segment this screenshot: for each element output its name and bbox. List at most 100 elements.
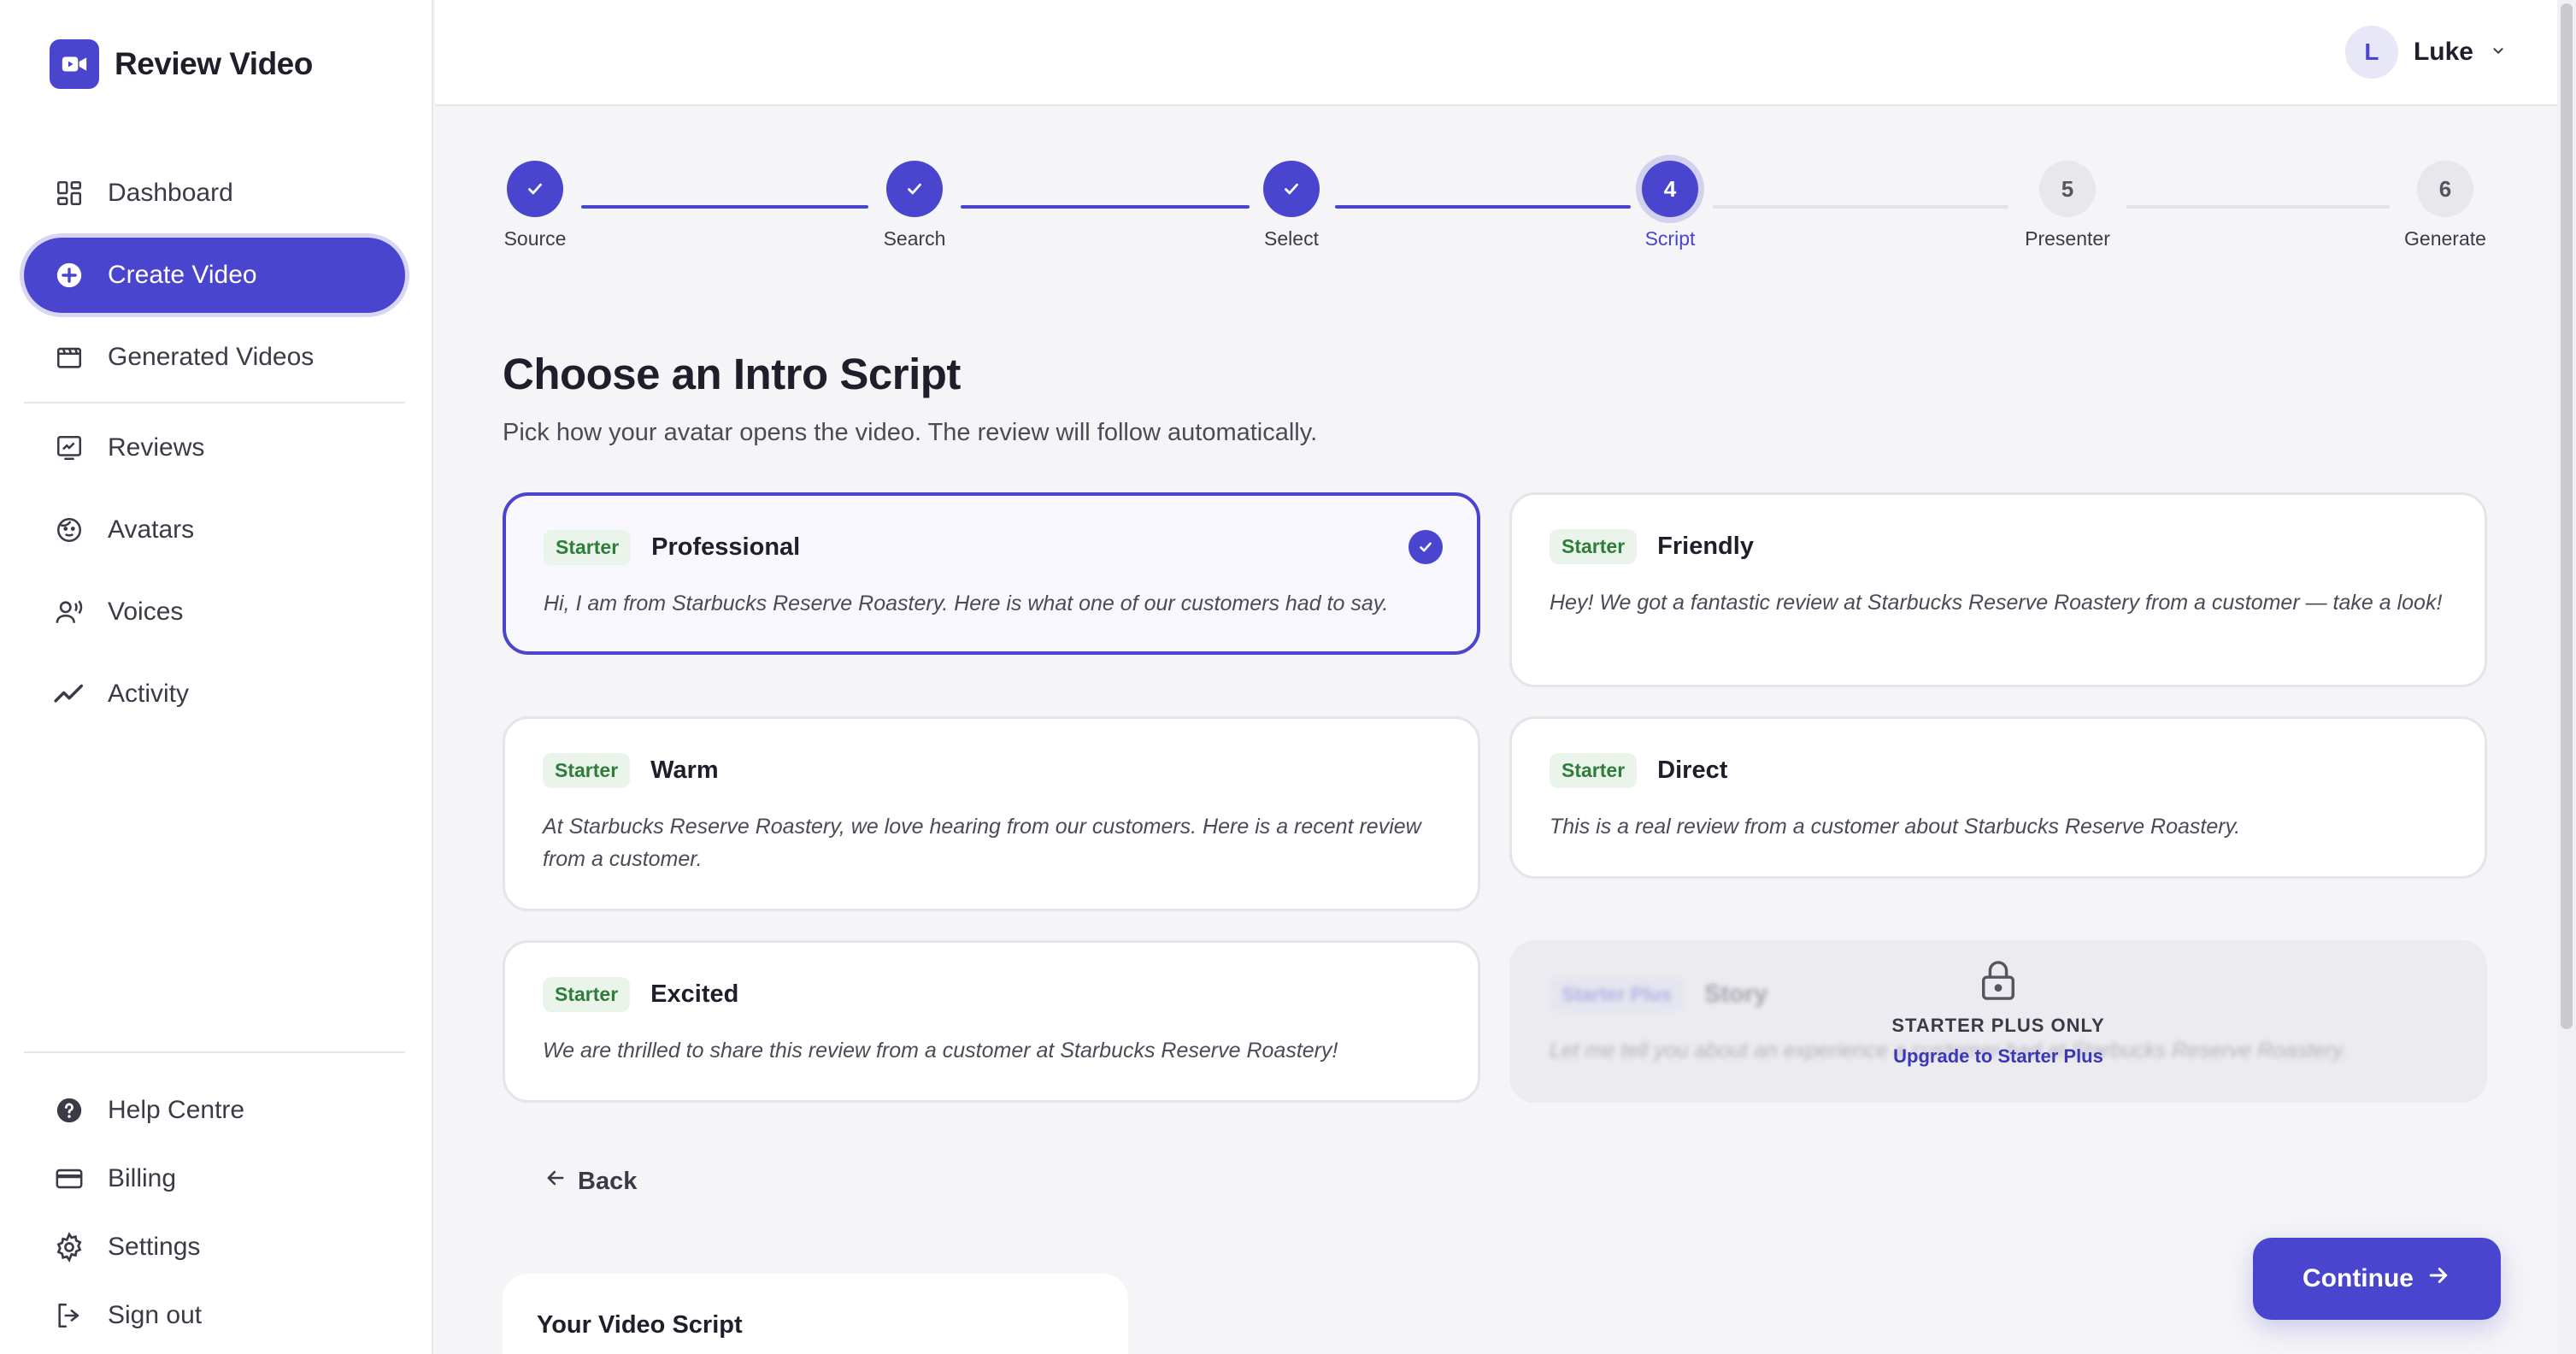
sidebar-item-generated-videos[interactable]: Generated Videos [24,320,405,395]
page-subtitle: Pick how your avatar opens the video. Th… [503,419,1318,446]
script-text: Hey! We got a fantastic review at Starbu… [1550,591,2443,615]
script-title: Professional [651,533,801,561]
app-name: Review Video [115,46,313,81]
continue-button[interactable]: Continue [2253,1238,2501,1320]
sidebar-item-label: Activity [108,680,190,708]
sidebar-item-sign-out[interactable]: Sign out [24,1279,405,1352]
step-source[interactable]: Source [467,161,603,250]
script-text: We are thrilled to share this review fro… [543,1039,1338,1063]
script-text: This is a real review from a customer ab… [1550,815,2241,839]
sidebar-item-reviews[interactable]: Reviews [24,410,405,486]
chevron-down-icon [2489,41,2508,64]
video-script-title: Your Video Script [537,1311,743,1339]
upgrade-link[interactable]: Upgrade to Starter Plus [1512,1045,2485,1068]
back-label: Back [578,1167,638,1195]
sidebar-item-help-centre[interactable]: Help Centre [24,1074,405,1147]
check-icon [1263,161,1320,217]
video-script-panel: Your Video Script [503,1274,1128,1354]
dashboard-icon [53,177,85,209]
plan-badge: Starter [1550,753,1638,788]
step-script[interactable]: 4 Script [1602,161,1738,250]
step-number: 5 [2039,161,2096,217]
sidebar-item-billing[interactable]: Billing [24,1142,405,1216]
check-icon [886,161,943,217]
script-text: Hi, I am from Starbucks Reserve Roastery… [544,592,1389,615]
sidebar-item-label: Settings [108,1233,201,1261]
sidebar: Review Video Dashboard Create Video Gene… [0,0,433,1354]
sidebar-item-voices[interactable]: Voices [24,574,405,650]
sidebar-item-avatars[interactable]: Avatars [24,492,405,568]
step-number: 4 [1642,161,1698,217]
app-logo[interactable]: Review Video [50,39,313,89]
step-label: Generate [2404,227,2486,250]
stepper-connector [2126,205,2390,209]
plus-circle-icon [53,259,85,291]
sidebar-item-label: Voices [108,598,184,626]
step-label: Search [883,227,946,250]
lock-title: STARTER PLUS ONLY [1891,1015,2105,1036]
reviews-icon [53,432,85,464]
script-card-professional[interactable]: Starter Professional Hi, I am from Starb… [503,492,1480,655]
selected-check-icon [1409,530,1443,564]
lock-overlay: STARTER PLUS ONLY Upgrade to Starter Plu… [1512,958,2485,1068]
help-icon [53,1094,85,1127]
sidebar-item-label: Billing [108,1164,177,1192]
script-text: At Starbucks Reserve Roastery, we love h… [543,815,1421,871]
face-icon [53,514,85,546]
plan-badge: Starter [544,530,632,565]
activity-icon [53,678,85,710]
scrollbar-thumb[interactable] [2561,3,2573,1029]
arrow-left-icon [544,1166,568,1197]
step-label: Script [1644,227,1696,250]
script-card-warm[interactable]: Starter Warm At Starbucks Reserve Roaste… [503,716,1480,911]
sidebar-item-label: Avatars [108,515,195,544]
step-label: Source [503,227,567,250]
sidebar-item-create-video[interactable]: Create Video [24,238,405,313]
sidebar-item-settings[interactable]: Settings [24,1210,405,1284]
step-search[interactable]: Search [846,161,983,250]
video-camera-icon [50,39,99,89]
sidebar-item-label: Reviews [108,433,205,462]
stepper-connector [1713,205,2008,209]
plan-badge: Starter [1550,529,1638,564]
step-label: Presenter [2025,227,2110,250]
sidebar-item-label: Sign out [108,1301,203,1329]
script-card-friendly[interactable]: Starter Friendly Hey! We got a fantastic… [1509,492,2487,687]
arrow-right-icon [2426,1263,2451,1295]
step-generate[interactable]: 6 Generate [2377,161,2514,250]
sidebar-item-label: Create Video [108,261,257,289]
film-icon [53,341,85,374]
step-label: Select [1264,227,1319,250]
top-bar: L Luke [435,0,2557,106]
sign-out-icon [53,1299,85,1332]
sidebar-item-dashboard[interactable]: Dashboard [24,156,405,231]
plan-badge: Starter [543,753,631,788]
sidebar-divider [24,1051,405,1053]
script-title: Warm [650,756,719,784]
script-card-story-locked[interactable]: Starter Plus Story Let me tell you about… [1509,940,2487,1103]
script-card-excited[interactable]: Starter Excited We are thrilled to share… [503,940,1480,1103]
sidebar-divider [24,402,405,403]
plan-badge: Starter [543,977,631,1012]
continue-label: Continue [2303,1264,2414,1292]
sidebar-item-label: Generated Videos [108,343,315,371]
step-presenter[interactable]: 5 Presenter [1999,161,2136,250]
page-title: Choose an Intro Script [503,350,961,398]
script-card-direct[interactable]: Starter Direct This is a real review fro… [1509,716,2487,879]
step-select[interactable]: Select [1223,161,1360,250]
step-number: 6 [2417,161,2473,217]
voice-icon [53,596,85,628]
user-menu[interactable]: L Luke [2344,26,2508,79]
sidebar-item-label: Help Centre [108,1096,245,1124]
page-scrollbar[interactable] [2557,0,2576,1354]
back-button[interactable]: Back [544,1166,637,1197]
sidebar-item-activity[interactable]: Activity [24,656,405,732]
user-name: Luke [2413,38,2473,66]
sidebar-item-label: Dashboard [108,179,233,207]
stepper-connector [961,205,1250,209]
script-title: Direct [1657,756,1728,784]
gear-icon [53,1231,85,1263]
lock-icon [1512,958,2485,1003]
script-title: Excited [650,980,739,1008]
avatar: L [2344,26,2398,79]
